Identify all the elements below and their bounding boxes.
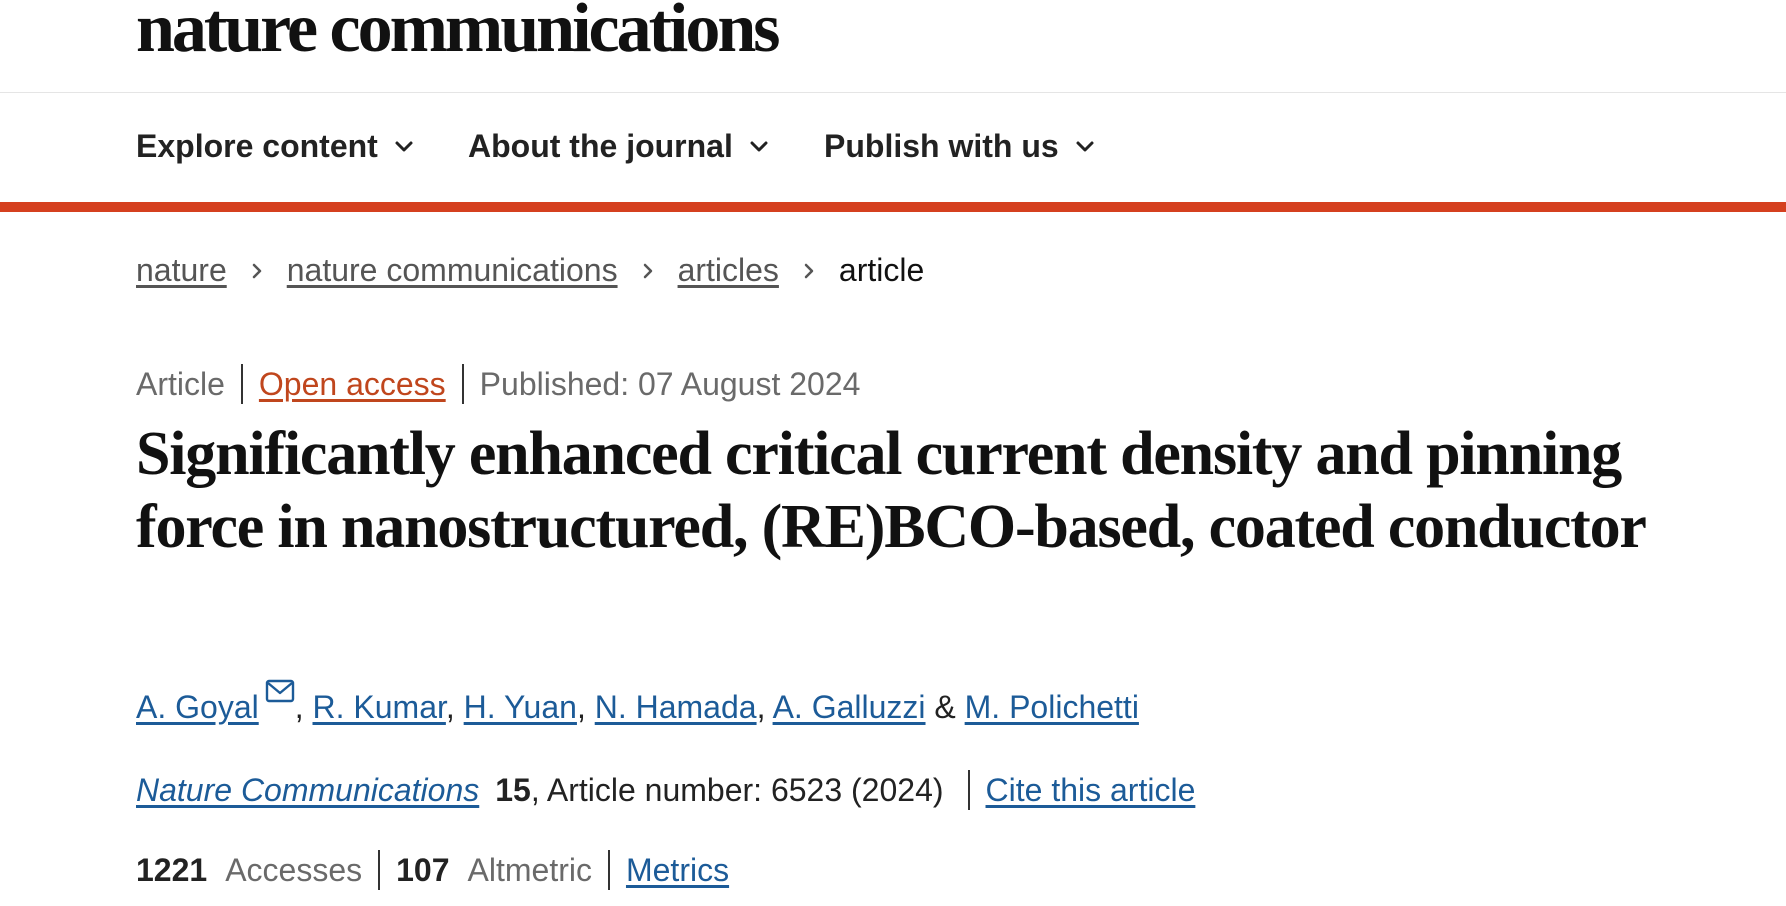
breadcrumb-nature-communications[interactable]: nature communications bbox=[287, 252, 618, 289]
open-access-link[interactable]: Open access bbox=[259, 366, 446, 403]
accesses-label: Accesses bbox=[225, 851, 363, 888]
main-nav: Explore content About the journal Publis… bbox=[0, 93, 1786, 203]
author-ampersand: & bbox=[934, 689, 956, 725]
cite-this-article-link[interactable]: Cite this article bbox=[986, 772, 1196, 809]
nav-explore-content[interactable]: Explore content bbox=[136, 128, 416, 165]
article-number: , Article number: 6523 (2024) bbox=[530, 771, 944, 808]
citation-line: Nature Communications 15 , Article numbe… bbox=[136, 770, 1195, 810]
divider bbox=[461, 364, 464, 404]
article-title: Significantly enhanced critical current … bbox=[136, 420, 1647, 561]
accesses-count: 1221 bbox=[136, 851, 208, 888]
author-separator: , bbox=[576, 689, 586, 725]
divider bbox=[967, 770, 970, 810]
breadcrumb: nature nature communications articles ar… bbox=[136, 252, 924, 289]
chevron-down-icon bbox=[750, 141, 768, 151]
author-separator: , bbox=[756, 689, 766, 725]
chevron-right-icon bbox=[804, 263, 814, 278]
altmetric-label: Altmetric bbox=[467, 851, 592, 888]
author-link[interactable]: N. Hamada bbox=[595, 689, 757, 725]
journal-link[interactable]: Nature Communications bbox=[136, 772, 479, 809]
published-date: Published: 07 August 2024 bbox=[479, 365, 861, 402]
author-link[interactable]: A. Goyal bbox=[136, 689, 259, 725]
altmetric-count: 107 bbox=[396, 851, 450, 888]
nav-item-label: Publish with us bbox=[824, 128, 1059, 164]
author-separator: , bbox=[445, 689, 455, 725]
nav-item-label: About the journal bbox=[468, 128, 733, 164]
divider bbox=[378, 850, 381, 890]
author-link[interactable]: H. Yuan bbox=[464, 689, 577, 725]
journal-logo[interactable]: nature communications bbox=[136, 0, 781, 64]
nav-about-journal[interactable]: About the journal bbox=[468, 128, 771, 165]
author-separator: , bbox=[294, 689, 304, 725]
author-link[interactable]: A. Galluzzi bbox=[773, 689, 926, 725]
accent-divider bbox=[0, 202, 1786, 212]
chevron-right-icon bbox=[252, 263, 261, 278]
article-metrics: 1221 Accesses 107 Altmetric Metrics bbox=[136, 850, 729, 890]
chevron-right-icon bbox=[643, 263, 652, 278]
mail-icon[interactable] bbox=[265, 678, 295, 704]
metrics-link[interactable]: Metrics bbox=[626, 852, 729, 889]
divider bbox=[607, 850, 610, 890]
breadcrumb-current: article bbox=[838, 252, 925, 288]
divider bbox=[240, 364, 243, 404]
breadcrumb-articles[interactable]: articles bbox=[678, 252, 779, 289]
author-link[interactable]: R. Kumar bbox=[313, 689, 446, 725]
site-header: nature communications bbox=[0, 0, 1786, 93]
nav-item-label: Explore content bbox=[136, 128, 378, 164]
chevron-down-icon bbox=[1076, 141, 1094, 151]
chevron-down-icon bbox=[395, 141, 413, 151]
breadcrumb-nature[interactable]: nature bbox=[136, 252, 227, 289]
article-meta: Article Open access Published: 07 August… bbox=[136, 364, 860, 404]
author-list: A. Goyal, R. Kumar, H. Yuan, N. Hamada, … bbox=[136, 678, 1139, 726]
nav-publish-with-us[interactable]: Publish with us bbox=[824, 128, 1097, 165]
article-type: Article bbox=[136, 365, 225, 402]
volume-number: 15 bbox=[495, 771, 531, 808]
author-link[interactable]: M. Polichetti bbox=[965, 689, 1139, 725]
